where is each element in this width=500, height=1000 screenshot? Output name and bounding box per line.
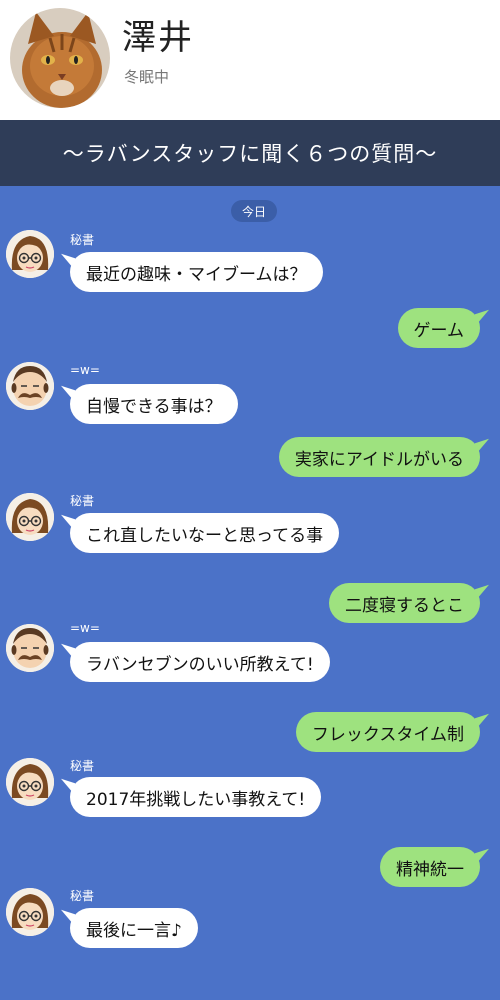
mustache-man-avatar-icon[interactable] bbox=[6, 624, 54, 672]
incoming-message-bubble[interactable]: これ直したいなーと思ってる事 bbox=[70, 513, 340, 553]
outgoing-message-bubble[interactable]: フレックスタイム制 bbox=[295, 712, 480, 752]
outgoing-message-bubble[interactable]: 実家にアイドルがいる bbox=[278, 437, 480, 477]
message-sender: 秘書 bbox=[70, 494, 95, 508]
message-sender: 秘書 bbox=[70, 233, 95, 247]
mustache-man-avatar-icon[interactable] bbox=[6, 362, 54, 410]
incoming-message-bubble[interactable]: 2017年挑戦したい事教えて! bbox=[70, 777, 322, 817]
incoming-message-bubble[interactable]: ラバンセブンのいい所教えて! bbox=[70, 642, 330, 682]
outgoing-message-bubble[interactable]: 精神統一 bbox=[380, 847, 480, 887]
message-sender: 秘書 bbox=[70, 889, 95, 903]
outgoing-message-bubble[interactable]: ゲーム bbox=[397, 308, 480, 348]
secretary-avatar-icon[interactable] bbox=[6, 758, 54, 806]
message-sender: =w= bbox=[70, 363, 100, 377]
banner-title: 〜ラバンスタッフに聞く６つの質問〜 bbox=[0, 120, 500, 186]
profile-header: 澤井 冬眠中 bbox=[0, 0, 500, 120]
secretary-avatar-icon[interactable] bbox=[6, 888, 54, 936]
incoming-message-bubble[interactable]: 最近の趣味・マイブームは？ bbox=[70, 252, 323, 292]
message-sender: 秘書 bbox=[70, 759, 95, 773]
date-badge: 今日 bbox=[231, 200, 277, 222]
secretary-avatar-icon[interactable] bbox=[6, 493, 54, 541]
cat-avatar-icon[interactable] bbox=[10, 8, 110, 108]
chat-area[interactable]: 今日 秘書 最近の趣味・マイブームは？ ゲーム =w= 自慢できる事は？ 実家に… bbox=[0, 186, 500, 1000]
incoming-message-bubble[interactable]: 自慢できる事は？ bbox=[70, 384, 238, 424]
contact-name: 澤井 bbox=[122, 18, 194, 58]
incoming-message-bubble[interactable]: 最後に一言♪ bbox=[70, 908, 198, 948]
secretary-avatar-icon[interactable] bbox=[6, 230, 54, 278]
outgoing-message-bubble[interactable]: 二度寝するとこ bbox=[329, 583, 480, 623]
contact-status: 冬眠中 bbox=[124, 68, 170, 86]
message-sender: =w= bbox=[70, 621, 100, 635]
